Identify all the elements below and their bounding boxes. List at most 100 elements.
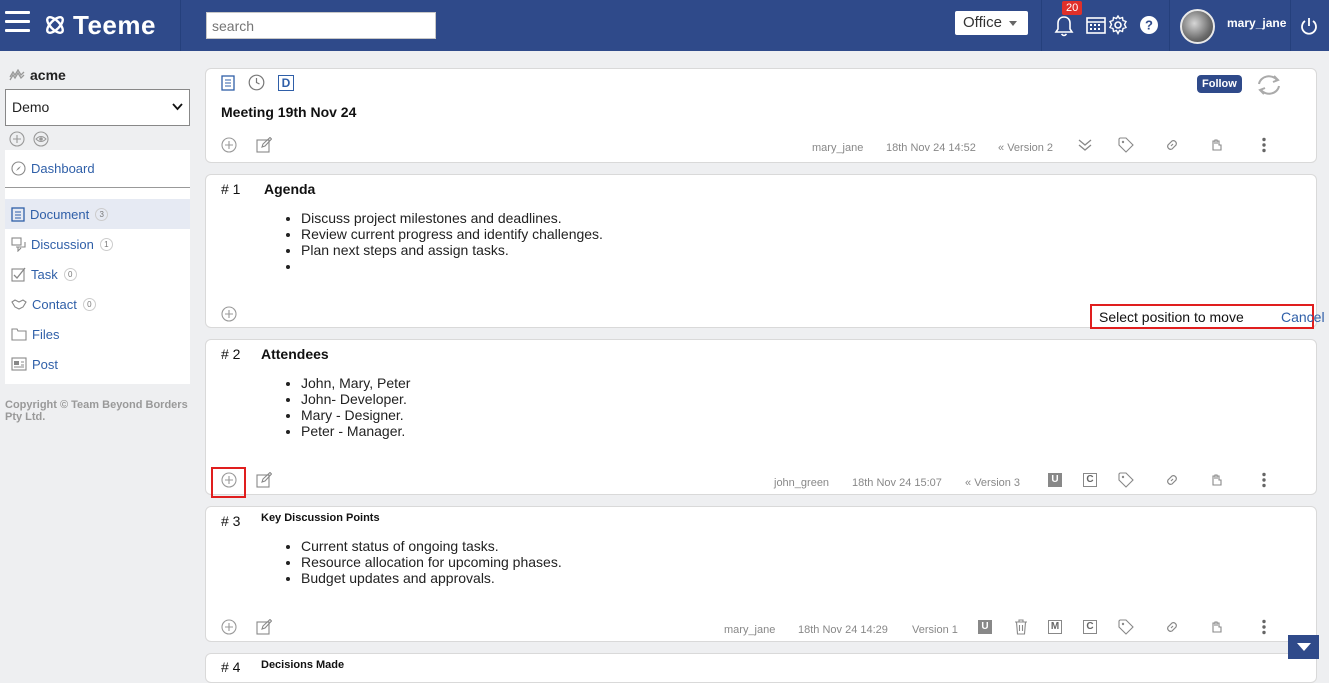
link-icon[interactable]: [1164, 137, 1180, 153]
user-avatar[interactable]: [1180, 9, 1215, 44]
add-circle-icon[interactable]: [221, 306, 237, 322]
list-item: Plan next steps and assign tasks.: [301, 242, 603, 258]
history-clock-icon[interactable]: [248, 74, 265, 91]
workspace-select[interactable]: Demo: [5, 89, 190, 126]
hand-pointer-icon[interactable]: [1209, 137, 1225, 153]
notification-count-badge: 20: [1062, 1, 1083, 15]
document-timestamp: 18th Nov 24 14:52: [886, 142, 976, 154]
follow-button[interactable]: Follow: [1197, 75, 1242, 93]
logout-power-icon[interactable]: [1300, 17, 1318, 40]
version-label: Version 3: [974, 477, 1021, 489]
m-badge-icon[interactable]: M: [1048, 620, 1062, 634]
edit-icon[interactable]: [256, 137, 272, 153]
version-label: Version 2: [1007, 142, 1054, 154]
office-dropdown[interactable]: Office: [955, 11, 1028, 35]
double-chevron-down-icon[interactable]: [1077, 137, 1093, 153]
more-vertical-icon[interactable]: [1261, 619, 1267, 635]
document-view-icon[interactable]: [221, 74, 235, 91]
search-input[interactable]: [206, 12, 436, 39]
teeme-logo-icon: [46, 16, 64, 34]
cancel-move-link[interactable]: Cancel: [1281, 309, 1325, 325]
trash-icon[interactable]: [1014, 619, 1028, 635]
document-author[interactable]: mary_jane: [812, 142, 863, 154]
add-circle-icon[interactable]: [221, 137, 237, 153]
org-name: acme: [30, 67, 66, 83]
u-badge-icon[interactable]: U: [1048, 473, 1062, 487]
link-icon[interactable]: [1164, 619, 1180, 635]
eye-icon[interactable]: [33, 131, 49, 147]
menu-icon[interactable]: [5, 11, 30, 35]
add-circle-icon[interactable]: [221, 472, 237, 488]
document-view-tabs: D: [221, 74, 294, 91]
add-circle-icon[interactable]: [9, 131, 25, 147]
c-badge-icon[interactable]: C: [1083, 620, 1097, 634]
tag-icon[interactable]: [1118, 472, 1134, 488]
sidebar-item-discussion[interactable]: Discussion 1: [5, 229, 190, 259]
sidebar-item-post[interactable]: Post: [5, 349, 190, 379]
move-position-prompt: Select position to move Cancel: [1090, 304, 1325, 329]
sidebar-item-label: Dashboard: [31, 160, 95, 176]
section-author[interactable]: john_green: [774, 477, 829, 489]
more-vertical-icon[interactable]: [1261, 137, 1267, 153]
svg-text:?: ?: [1145, 18, 1153, 33]
item-count-badge: 0: [82, 297, 96, 311]
u-badge-icon[interactable]: U: [978, 620, 992, 634]
section-title: Key Discussion Points: [261, 512, 380, 524]
list-item: Current status of ongoing tasks.: [301, 538, 562, 554]
section-toolbar: john_green 18th Nov 24 15:07 « Version 3…: [206, 472, 1316, 496]
section-title: Decisions Made: [261, 659, 345, 671]
sidebar-divider: [5, 187, 190, 188]
hand-pointer-icon[interactable]: [1209, 619, 1225, 635]
app-logo[interactable]: Teeme: [43, 10, 156, 40]
sidebar-item-document[interactable]: Document 3: [5, 199, 190, 229]
compass-icon: [11, 160, 26, 176]
link-icon[interactable]: [1164, 472, 1180, 488]
add-circle-icon[interactable]: [221, 619, 237, 635]
folder-icon: [11, 328, 27, 341]
item-count-badge: 3: [95, 207, 109, 221]
triangle-down-icon: [1296, 643, 1311, 651]
list-item: Discuss project milestones and deadlines…: [301, 210, 603, 226]
chevron-down-icon: [1009, 21, 1017, 26]
tag-icon[interactable]: [1118, 619, 1134, 635]
top-header: Teeme Office 20 ? mary_jane: [0, 0, 1329, 51]
help-icon[interactable]: ?: [1140, 16, 1158, 39]
sidebar-item-dashboard[interactable]: Dashboard: [5, 153, 190, 183]
version-link[interactable]: « Version 2: [998, 142, 1053, 154]
sidebar-item-label: Post: [32, 356, 59, 372]
settings-gear-icon[interactable]: [1108, 14, 1128, 40]
section-toolbar: mary_jane 18th Nov 24 14:29 Version 1 U …: [206, 619, 1316, 643]
section-author[interactable]: mary_jane: [724, 624, 775, 636]
sidebar-item-files[interactable]: Files: [5, 319, 190, 349]
sidebar-item-task[interactable]: Task 0: [5, 259, 190, 289]
item-count-badge: 1: [99, 237, 113, 251]
notifications-bell-icon[interactable]: [1054, 15, 1074, 42]
list-item: John- Developer.: [301, 391, 410, 407]
version-label[interactable]: Version 1: [912, 624, 958, 636]
header-divider: [180, 0, 181, 51]
item-count-badge: 0: [63, 267, 77, 281]
task-checkbox-icon: [11, 267, 26, 282]
header-username[interactable]: mary_jane: [1227, 16, 1286, 30]
scroll-down-button[interactable]: [1288, 635, 1319, 659]
section-title: Agenda: [264, 181, 316, 197]
more-vertical-icon[interactable]: [1261, 472, 1267, 488]
list-item: Mary - Designer.: [301, 407, 410, 423]
edit-icon[interactable]: [256, 472, 272, 488]
header-divider: [1290, 0, 1291, 51]
office-dropdown-label: Office: [963, 14, 1002, 31]
app-name: Teeme: [73, 9, 156, 40]
version-link[interactable]: « Version 3: [965, 477, 1020, 489]
sync-refresh-icon[interactable]: [1256, 74, 1282, 96]
sidebar-item-contact[interactable]: Contact 0: [5, 289, 190, 319]
draft-d-icon[interactable]: D: [278, 74, 294, 91]
header-divider: [1041, 0, 1042, 51]
sidebar-item-label: Contact: [32, 296, 77, 312]
calendar-icon[interactable]: [1086, 15, 1106, 40]
sidebar-item-label: Discussion: [31, 236, 94, 252]
hand-pointer-icon[interactable]: [1209, 472, 1225, 488]
tag-icon[interactable]: [1118, 137, 1134, 153]
edit-icon[interactable]: [256, 619, 272, 635]
c-badge-icon[interactable]: C: [1083, 473, 1097, 487]
copyright-text: Copyright © Team Beyond Borders Pty Ltd.: [5, 399, 188, 423]
